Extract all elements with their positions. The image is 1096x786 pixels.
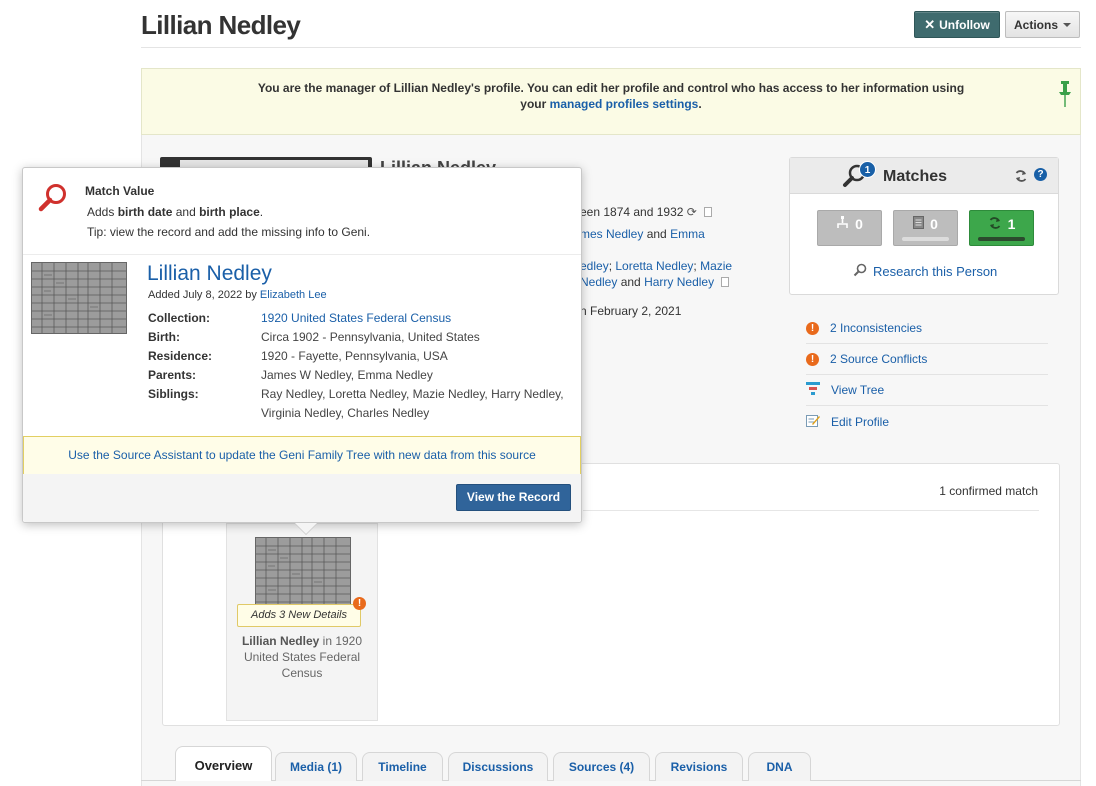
refresh-icon[interactable]: ⟳ — [687, 205, 697, 219]
parent-link-james[interactable]: mes Nedley — [580, 227, 643, 241]
matches-title: Matches — [883, 168, 948, 185]
view-tree-link[interactable]: View Tree — [806, 375, 1048, 406]
page-title: Lillian Nedley — [141, 10, 301, 40]
manager-notice: You are the manager of Lillian Nedley's … — [141, 68, 1081, 135]
search-icon — [853, 263, 867, 280]
profile-updated: n February 2, 2021 — [580, 304, 682, 318]
research-label: Research this Person — [873, 264, 998, 279]
tab-revisions[interactable]: Revisions — [655, 752, 743, 781]
match-card-name: Lillian Nedley — [241, 634, 320, 648]
record-matches-count: 0 — [930, 216, 938, 232]
confirmed-matches-count: 1 — [1007, 216, 1016, 232]
match-value-title: Match Value — [85, 184, 155, 198]
record-matches-bar — [902, 237, 949, 241]
match-value-adds: Adds birth date and birth place. — [87, 205, 264, 219]
record-thumbnail[interactable] — [31, 262, 127, 334]
match-value-header: Match Value Adds birth date and birth pl… — [23, 168, 581, 255]
document-icon — [913, 216, 925, 232]
tree-matches-count: 0 — [855, 216, 863, 232]
profile-siblings: edley; Loretta Nedley; Mazie — [580, 259, 733, 273]
research-person-link[interactable]: Research this Person — [853, 263, 997, 280]
confirmed-matches-bar — [978, 237, 1025, 241]
close-icon: ✕ — [924, 16, 936, 32]
confirmed-matches-button[interactable]: 1 — [969, 210, 1034, 246]
tab-media[interactable]: Media (1) — [275, 752, 357, 781]
notice-text-suffix: . — [698, 97, 702, 111]
profile-dates: een 1874 and 1932 ⟳ — [580, 205, 713, 219]
collection-link[interactable]: 1920 United States Federal Census — [261, 309, 451, 328]
profile-siblings-cont: Nedley and Harry Nedley — [580, 275, 730, 289]
tree-matches-button[interactable]: 0 — [817, 210, 882, 246]
added-by-link[interactable]: Elizabeth Lee — [260, 289, 327, 301]
sibling-link[interactable]: edley — [580, 259, 609, 273]
record-row-birth: Birth: Circa 1902 - Pennsylvania, United… — [148, 330, 480, 344]
record-details: Collection: 1920 United States Federal C… — [148, 309, 568, 423]
record-row-collection: Collection: 1920 United States Federal C… — [148, 309, 568, 328]
tab-timeline[interactable]: Timeline — [362, 752, 443, 781]
unfollow-button[interactable]: ✕ Unfollow — [914, 11, 1000, 38]
search-icon — [38, 182, 70, 217]
sibling-link-loretta[interactable]: Loretta Nedley — [615, 259, 693, 273]
matches-count-badge: 1 — [859, 161, 876, 178]
source-conflicts-link[interactable]: ! 2 Source Conflicts — [806, 344, 1048, 375]
header-divider — [141, 47, 1081, 48]
warning-icon: ! — [806, 352, 819, 366]
record-row-parents: Parents: James W Nedley, Emma Nedley — [148, 368, 433, 382]
census-record-thumbnail[interactable] — [255, 537, 351, 609]
sibling-link-harry[interactable]: Harry Nedley — [644, 275, 714, 289]
profile-parents: mes Nedley and Emma — [580, 227, 705, 241]
sibling-link[interactable]: Nedley — [580, 275, 617, 289]
record-name-link[interactable]: Lillian Nedley — [147, 262, 272, 286]
actions-button[interactable]: Actions — [1005, 11, 1080, 38]
refresh-icon[interactable] — [1014, 169, 1028, 186]
tab-overview[interactable]: Overview — [175, 746, 272, 781]
warning-icon: ! — [806, 321, 819, 335]
divider — [583, 510, 1039, 511]
chevron-down-icon — [1063, 22, 1071, 27]
matches-header: 1 Matches ? — [790, 158, 1058, 194]
view-record-button[interactable]: View the Record — [456, 484, 571, 511]
record-row-siblings: Siblings: Ray Nedley, Loretta Nedley, Ma… — [148, 387, 564, 420]
sibling-link-mazie[interactable]: Mazie — [700, 259, 732, 273]
tab-dna[interactable]: DNA — [748, 752, 811, 781]
record-matches-button[interactable]: 0 — [893, 210, 958, 246]
help-icon[interactable]: ? — [1034, 168, 1047, 181]
match-value-tip: Tip: view the record and add the missing… — [87, 225, 371, 239]
unfollow-label: Unfollow — [939, 17, 990, 32]
managed-profiles-settings-link[interactable]: managed profiles settings — [550, 97, 699, 111]
document-icon[interactable] — [704, 207, 713, 217]
match-card-caption: Lillian Nedley in 1920 United States Fed… — [235, 633, 369, 681]
matches-panel: 1 Matches ? 0 0 1 Research this Person — [789, 157, 1059, 295]
source-assistant-link[interactable]: Use the Source Assistant to update the G… — [23, 436, 581, 475]
refresh-icon — [988, 216, 1002, 233]
popover-footer: View the Record — [23, 474, 581, 522]
match-value-popover: Match Value Adds birth date and birth pl… — [22, 167, 582, 534]
pin-icon[interactable] — [1059, 81, 1071, 111]
edit-icon — [806, 413, 820, 430]
parent-link-emma[interactable]: Emma — [670, 227, 705, 241]
match-card[interactable]: Adds 3 New Details ! Lillian Nedley in 1… — [226, 523, 378, 721]
notice-text-prefix: your — [520, 97, 547, 111]
inconsistencies-link[interactable]: ! 2 Inconsistencies — [806, 313, 1048, 344]
warning-icon: ! — [353, 597, 366, 610]
confirmed-match-count: 1 confirmed match — [939, 484, 1038, 498]
notice-text: You are the manager of Lillian Nedley's … — [257, 81, 965, 95]
record-row-residence: Residence: 1920 - Fayette, Pennsylvania,… — [148, 349, 448, 363]
popover-arrow — [295, 523, 317, 534]
tree-icon — [806, 382, 820, 398]
adds-new-details-tag: Adds 3 New Details — [237, 604, 361, 627]
document-icon[interactable] — [721, 277, 730, 287]
actions-label: Actions — [1013, 17, 1058, 32]
edit-profile-link[interactable]: Edit Profile — [806, 406, 1048, 437]
tab-discussions[interactable]: Discussions — [448, 752, 548, 781]
tab-sources[interactable]: Sources (4) — [553, 752, 650, 781]
record-added: Added July 8, 2022 by Elizabeth Lee — [148, 289, 327, 301]
profile-side-links: ! 2 Inconsistencies ! 2 Source Conflicts… — [806, 313, 1048, 437]
tree-icon — [836, 216, 849, 232]
